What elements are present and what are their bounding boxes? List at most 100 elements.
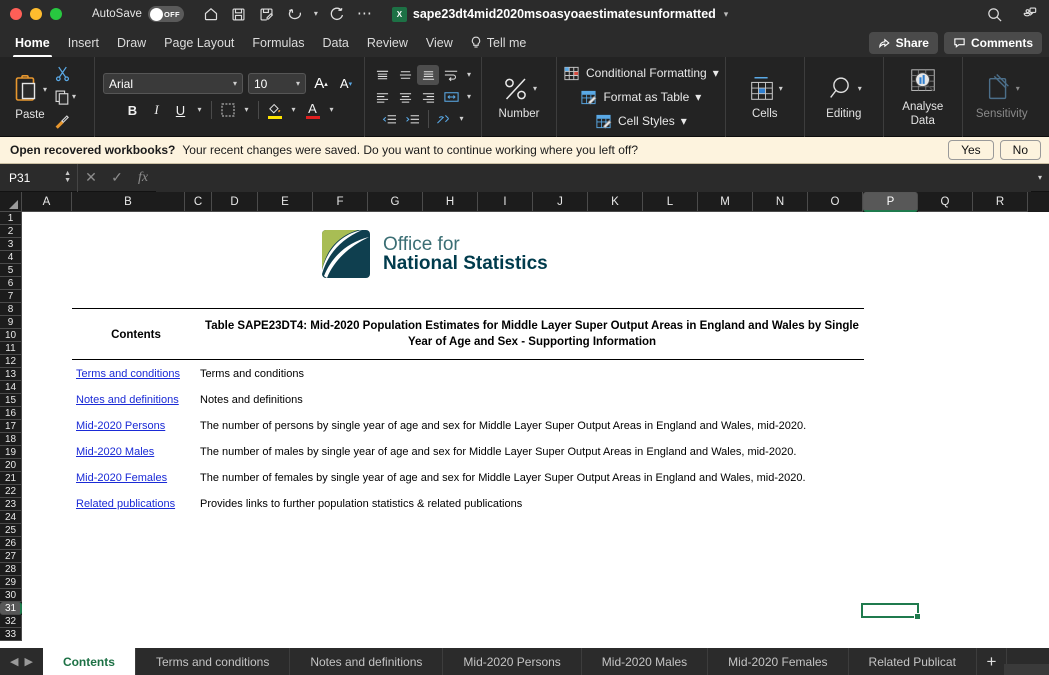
row-header[interactable]: 11 [0, 342, 22, 355]
font-name-select[interactable]: Arial ▾ [103, 73, 243, 94]
orientation-button[interactable] [433, 109, 455, 129]
align-middle-button[interactable] [394, 65, 416, 85]
align-left-button[interactable] [371, 87, 393, 107]
borders-caret-icon[interactable]: ▾ [241, 99, 253, 121]
wrap-text-caret-icon[interactable]: ▾ [463, 65, 475, 85]
editing-caret-icon[interactable]: ▾ [858, 84, 862, 93]
row-header[interactable]: 15 [0, 394, 22, 407]
document-menu-caret-icon[interactable]: ▾ [724, 9, 729, 20]
cut-button[interactable] [54, 63, 88, 84]
row-header[interactable]: 24 [0, 511, 22, 524]
merge-cells-button[interactable] [440, 87, 462, 107]
row-header[interactable]: 7 [0, 290, 22, 303]
row-header[interactable]: 9 [0, 316, 22, 329]
cell-styles-button[interactable]: Cell Styles ▾ [595, 111, 687, 131]
underline-button[interactable]: U [170, 99, 192, 121]
bold-button[interactable]: B [122, 99, 144, 121]
maximize-window-button[interactable] [50, 8, 62, 20]
row-header[interactable]: 28 [0, 563, 22, 576]
row-header[interactable]: 29 [0, 576, 22, 589]
column-header-q[interactable]: Q [918, 192, 973, 212]
align-center-button[interactable] [394, 87, 416, 107]
horizontal-scrollbar[interactable] [1004, 664, 1049, 675]
column-header-d[interactable]: D [212, 192, 258, 212]
cells-button[interactable]: ▾ Cells [732, 61, 798, 133]
row-header[interactable]: 25 [0, 524, 22, 537]
collaborate-icon[interactable] [1015, 2, 1041, 26]
insert-function-icon[interactable]: fx [130, 164, 156, 192]
ribbon-tab-view[interactable]: View [417, 32, 462, 54]
row-header[interactable]: 33 [0, 628, 22, 641]
autosave-toggle[interactable]: OFF [147, 6, 184, 22]
sensitivity-caret-icon[interactable]: ▾ [1016, 84, 1020, 93]
row-header[interactable]: 30 [0, 589, 22, 602]
tell-me-button[interactable]: Tell me [462, 36, 526, 50]
align-right-button[interactable] [417, 87, 439, 107]
ribbon-tab-review[interactable]: Review [358, 32, 417, 54]
comments-button[interactable]: Comments [943, 31, 1042, 54]
row-header[interactable]: 2 [0, 225, 22, 238]
row-header[interactable]: 23 [0, 498, 22, 511]
row-header[interactable]: 19 [0, 446, 22, 459]
wrap-text-button[interactable] [440, 65, 462, 85]
conditional-formatting-caret-icon[interactable]: ▾ [713, 67, 719, 79]
link-notes-and-definitions[interactable]: Notes and definitions [72, 394, 200, 406]
borders-button[interactable] [217, 99, 239, 121]
fill-handle[interactable] [914, 613, 921, 620]
decrease-indent-button[interactable] [379, 109, 401, 129]
column-header-a[interactable]: A [22, 192, 72, 212]
column-header-j[interactable]: J [533, 192, 588, 212]
italic-button[interactable]: I [146, 99, 168, 121]
sensitivity-button[interactable]: ▾ Sensitivity [969, 61, 1035, 133]
row-header-selected[interactable]: 31 [0, 602, 22, 615]
ribbon-tab-insert[interactable]: Insert [59, 32, 108, 54]
sheet-tab-notes-and-definitions[interactable]: Notes and definitions [290, 648, 444, 675]
ribbon-tab-page-layout[interactable]: Page Layout [155, 32, 243, 54]
row-header[interactable]: 32 [0, 615, 22, 628]
copy-caret-icon[interactable]: ▾ [72, 93, 76, 101]
number-format-button[interactable]: ▾ Number [488, 61, 550, 133]
row-header[interactable]: 14 [0, 381, 22, 394]
cancel-icon[interactable]: ✕ [78, 164, 104, 192]
row-header[interactable]: 22 [0, 485, 22, 498]
autosave-control[interactable]: AutoSave OFF [92, 6, 184, 22]
increase-indent-button[interactable] [402, 109, 424, 129]
link-related-publications[interactable]: Related publications [72, 498, 200, 510]
sheet-tab-contents[interactable]: Contents [42, 648, 136, 675]
select-all-corner[interactable] [0, 192, 22, 212]
document-title[interactable]: X sape23dt4mid2020msoasyoaestimatesunfor… [391, 6, 729, 22]
formula-input[interactable] [156, 163, 1031, 192]
paste-caret-icon[interactable]: ▾ [43, 85, 47, 94]
link-terms-and-conditions[interactable]: Terms and conditions [72, 368, 200, 380]
font-color-caret-icon[interactable]: ▾ [326, 99, 338, 121]
search-icon[interactable] [981, 2, 1007, 26]
align-top-button[interactable] [371, 65, 393, 85]
save-as-icon[interactable] [254, 2, 280, 26]
link-mid-2020-males[interactable]: Mid-2020 Males [72, 446, 200, 458]
prev-sheet-icon[interactable]: ◀ [10, 655, 18, 668]
underline-caret-icon[interactable]: ▾ [194, 99, 206, 121]
row-header[interactable]: 10 [0, 329, 22, 342]
home-icon[interactable] [198, 2, 224, 26]
next-sheet-icon[interactable]: ▶ [24, 655, 32, 668]
fill-color-caret-icon[interactable]: ▾ [288, 99, 300, 121]
format-as-table-button[interactable]: Format as Table ▾ [580, 87, 701, 107]
analyse-data-button[interactable]: Analyse Data [890, 61, 956, 133]
column-header-r[interactable]: R [973, 192, 1028, 212]
confirm-icon[interactable]: ✓ [104, 164, 130, 192]
close-window-button[interactable] [10, 8, 22, 20]
row-header[interactable]: 4 [0, 251, 22, 264]
undo-icon[interactable] [282, 2, 308, 26]
sheet-tab-mid-2020-females[interactable]: Mid-2020 Females [708, 648, 849, 675]
sheet-tab-related-publications[interactable]: Related Publicat [849, 648, 977, 675]
column-header-k[interactable]: K [588, 192, 643, 212]
more-commands-icon[interactable]: ⋯ [352, 2, 378, 26]
number-format-caret-icon[interactable]: ▾ [533, 85, 537, 93]
undo-dropdown-caret-icon[interactable]: ▾ [310, 2, 322, 26]
paste-button[interactable]: ▾ Paste [6, 61, 54, 133]
row-header[interactable]: 20 [0, 459, 22, 472]
decrease-font-size-button[interactable]: A ▾ [336, 73, 356, 94]
cell-styles-caret-icon[interactable]: ▾ [681, 115, 687, 127]
row-header[interactable]: 6 [0, 277, 22, 290]
sheet-tab-terms-and-conditions[interactable]: Terms and conditions [136, 648, 291, 675]
